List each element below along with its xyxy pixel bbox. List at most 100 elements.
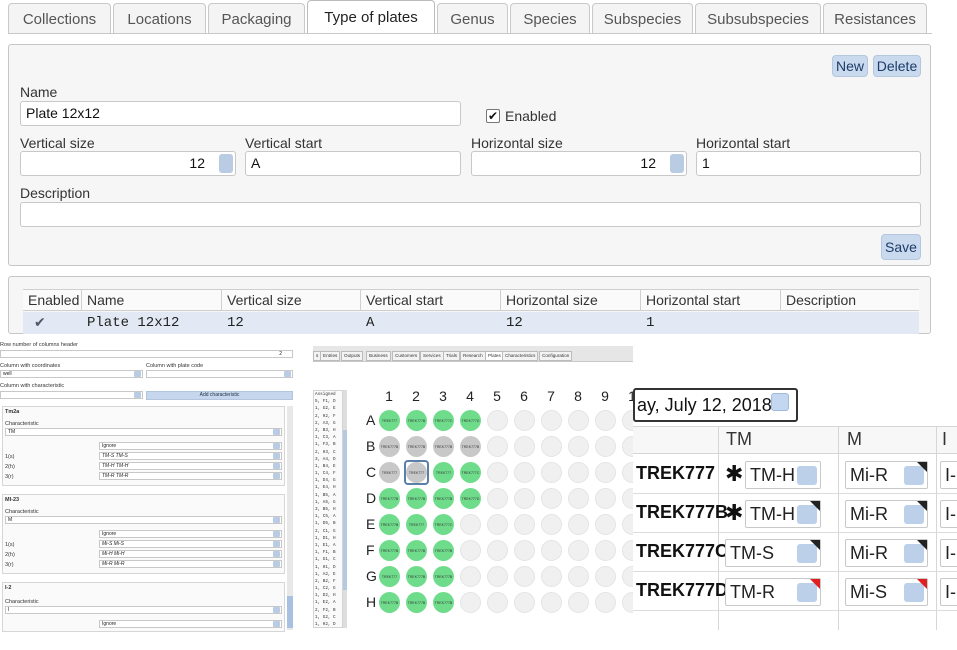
plate-well[interactable]: TREK777B: [379, 488, 400, 509]
results-row[interactable]: TREK777C TM-S Mi-R I-: [633, 533, 957, 572]
i-select[interactable]: I-: [940, 578, 957, 606]
header-horizontal-size[interactable]: Horizontal size: [501, 290, 641, 310]
plate-well[interactable]: [460, 592, 481, 613]
list-item[interactable]: 1, C5, A: [314, 513, 342, 520]
header-tm[interactable]: TM: [726, 429, 752, 450]
tab-business[interactable]: Business: [366, 351, 391, 361]
plate-well[interactable]: [622, 592, 633, 613]
list-item[interactable]: 2, H3, C: [314, 449, 342, 456]
dropdown-icon[interactable]: [273, 453, 280, 459]
vertical-size-field[interactable]: 12: [20, 151, 236, 176]
tab-plates[interactable]: Plates: [485, 351, 504, 361]
plate-well[interactable]: TREK777B: [379, 514, 400, 535]
plate-well[interactable]: [568, 410, 589, 431]
plate-well[interactable]: [514, 514, 535, 535]
tab-collections[interactable]: Collections: [8, 3, 111, 34]
characteristic-col-dropdown-icon[interactable]: [134, 392, 141, 398]
list-item[interactable]: 5, F1, D: [314, 398, 342, 405]
plate-well[interactable]: TREK777B: [406, 540, 427, 561]
dropdown-icon[interactable]: [273, 473, 280, 479]
plate-well[interactable]: [487, 462, 508, 483]
plate-well[interactable]: TREK777B: [406, 488, 427, 509]
plate-well[interactable]: TREK777: [433, 462, 454, 483]
plate-well[interactable]: TREK777B: [379, 540, 400, 561]
plate-well[interactable]: TREK777B: [379, 436, 400, 457]
scrollbar-thumb[interactable]: [287, 596, 293, 628]
plate-well[interactable]: [622, 462, 633, 483]
i-select[interactable]: I-: [940, 500, 957, 528]
list-item[interactable]: 1, C4, F: [314, 470, 342, 477]
i-select[interactable]: I-: [940, 539, 957, 567]
plate-well[interactable]: [541, 566, 562, 587]
header-horizontal-start[interactable]: Horizontal start: [641, 290, 781, 310]
plate-well[interactable]: [595, 514, 616, 535]
plate-well[interactable]: TREK777D: [460, 488, 481, 509]
tab-locations[interactable]: Locations: [113, 3, 206, 34]
list-item[interactable]: 1, F1, B: [314, 549, 342, 556]
plate-well[interactable]: [487, 436, 508, 457]
list-item[interactable]: 1, G2, C: [314, 614, 342, 621]
plate-well[interactable]: [541, 410, 562, 431]
delete-button[interactable]: Delete: [873, 55, 921, 77]
header-name[interactable]: Name: [82, 290, 222, 310]
dropdown-icon[interactable]: [273, 621, 280, 627]
plate-well[interactable]: TREK777B: [406, 436, 427, 457]
plate-well[interactable]: TREK777B: [406, 592, 427, 613]
dropdown-icon[interactable]: [273, 607, 280, 613]
characteristic-select[interactable]: M: [5, 516, 282, 524]
m-select[interactable]: Mi-R: [845, 500, 928, 528]
list-item[interactable]: 1, E2, A: [314, 599, 342, 606]
dropdown-icon[interactable]: [273, 531, 280, 537]
list-item[interactable]: 1, D4, G: [314, 477, 342, 484]
m-select[interactable]: Mi-R: [845, 539, 928, 567]
plate-well[interactable]: [460, 514, 481, 535]
list-item[interactable]: 2, B2, F: [314, 578, 342, 585]
add-characteristic-button[interactable]: Add characteristic: [146, 391, 293, 400]
header-vertical-size[interactable]: Vertical size: [222, 290, 361, 310]
horizontal-size-field[interactable]: 12: [471, 151, 687, 176]
tab-subspecies[interactable]: Subspecies: [592, 3, 693, 34]
tab-characteristics[interactable]: Characteristics: [502, 351, 539, 361]
list-item[interactable]: 1, G1, C: [314, 556, 342, 563]
characteristic-select[interactable]: TM: [5, 428, 282, 436]
plate-code-dropdown-icon[interactable]: [284, 371, 291, 377]
list-item[interactable]: 1, C2, G: [314, 585, 342, 592]
plate-well[interactable]: [541, 462, 562, 483]
plate-well[interactable]: [541, 514, 562, 535]
table-row[interactable]: ✔ Plate 12x12 12 A 12 1: [23, 312, 919, 334]
row-enabled-check[interactable]: ✔: [23, 312, 82, 334]
chevron-down-icon[interactable]: [797, 466, 817, 485]
m-select[interactable]: Mi-S: [845, 578, 928, 606]
tab-trials[interactable]: Trials: [443, 351, 461, 361]
list-scrollbar-thumb[interactable]: [343, 430, 347, 590]
plate-well[interactable]: [460, 540, 481, 561]
list-scrollbar[interactable]: [343, 390, 347, 628]
plate-well[interactable]: TREK777C: [460, 462, 481, 483]
results-row[interactable]: TREK777 ✱ TM-H Mi-R I-: [633, 455, 957, 494]
plate-well[interactable]: [568, 488, 589, 509]
plate-well[interactable]: TREK777B: [406, 566, 427, 587]
header-description[interactable]: Description: [781, 290, 919, 310]
plate-well[interactable]: [514, 566, 535, 587]
list-item[interactable]: 1, E1, A: [314, 542, 342, 549]
dropdown-icon[interactable]: [273, 561, 280, 567]
tab-research[interactable]: Research: [460, 351, 486, 361]
list-item[interactable]: 1, A5, G: [314, 499, 342, 506]
plate-well[interactable]: TREK777B: [433, 436, 454, 457]
results-row[interactable]: TREK777B ✱ TM-H Mi-R I-: [633, 494, 957, 533]
plate-well[interactable]: [487, 540, 508, 561]
plate-well[interactable]: [622, 436, 633, 457]
description-field[interactable]: [20, 202, 921, 227]
name-field[interactable]: Plate 12x12: [20, 101, 461, 126]
dropdown-icon[interactable]: [273, 541, 280, 547]
list-item[interactable]: 1, B4, E: [314, 463, 342, 470]
list-item[interactable]: 3, A4, D: [314, 456, 342, 463]
plate-well[interactable]: [487, 488, 508, 509]
plate-well[interactable]: [595, 592, 616, 613]
m-select[interactable]: Mi-R: [845, 461, 928, 489]
plate-well[interactable]: TREK777: [379, 410, 400, 431]
list-item[interactable]: 2, C1, G: [314, 528, 342, 535]
tab-type-of-plates[interactable]: Type of plates: [307, 0, 435, 34]
new-button[interactable]: New: [832, 55, 868, 77]
plate-well[interactable]: [487, 514, 508, 535]
